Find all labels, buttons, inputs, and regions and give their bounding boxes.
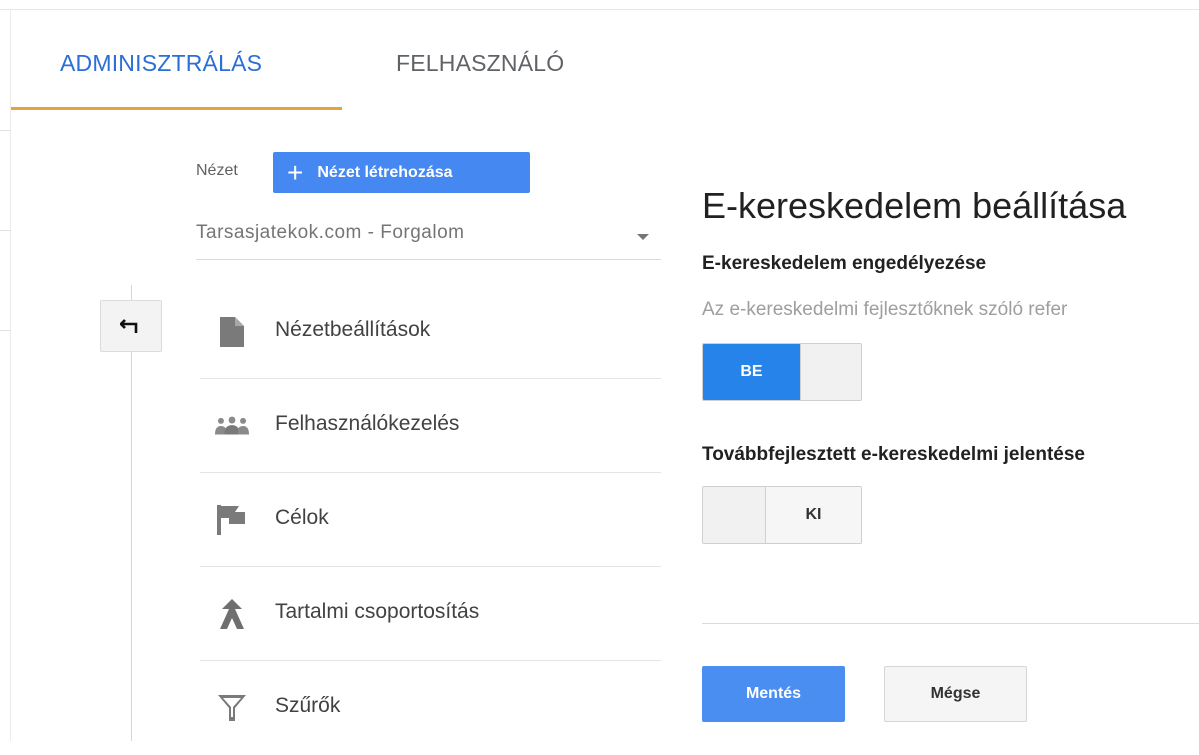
enhanced-toggle-label: KI <box>766 487 861 543</box>
save-button[interactable]: Mentés <box>702 666 845 722</box>
actions-divider <box>702 623 1199 624</box>
tab-user[interactable]: FELHASZNÁLÓ <box>396 40 564 110</box>
ecommerce-toggle-label: BE <box>703 344 800 400</box>
view-select[interactable]: Tarsasjatekok.com - Forgalom <box>196 212 661 260</box>
create-view-button[interactable]: + Nézet létrehozása <box>273 152 530 193</box>
menu-item-label: Nézetbeállítások <box>275 318 431 341</box>
plus-icon: + <box>287 156 304 188</box>
enhanced-ecommerce-toggle[interactable]: KI <box>702 486 862 544</box>
menu-item-view-settings[interactable]: Nézetbeállítások <box>200 285 661 379</box>
ecommerce-enable-title: E-kereskedelem engedélyezése <box>702 253 987 274</box>
view-select-value: Tarsasjatekok.com - Forgalom <box>196 222 465 243</box>
left-edge-panel <box>0 10 11 741</box>
people-icon <box>215 409 249 443</box>
toggle-knob <box>703 487 766 543</box>
enhanced-ecommerce-title: Továbbfejlesztett e-kereskedelmi jelenté… <box>702 444 1085 465</box>
menu-item-content-grouping[interactable]: Tartalmi csoportosítás <box>200 567 661 661</box>
back-button[interactable] <box>100 300 162 352</box>
flag-icon <box>215 503 249 537</box>
menu-item-label: Célok <box>275 506 329 529</box>
menu-item-label: Felhasználókezelés <box>275 412 460 435</box>
tab-admin[interactable]: ADMINISZTRÁLÁS <box>11 40 342 110</box>
menu-item-user-management[interactable]: Felhasználókezelés <box>200 379 661 473</box>
menu-item-label: Szűrők <box>275 694 341 717</box>
create-view-button-label: Nézet létrehozása <box>317 163 453 181</box>
menu-item-label: Tartalmi csoportosítás <box>275 600 480 623</box>
top-border <box>0 0 1199 10</box>
document-icon <box>215 315 249 349</box>
menu-item-goals[interactable]: Célok <box>200 473 661 567</box>
merge-arrow-icon <box>215 597 249 631</box>
funnel-icon <box>215 691 249 725</box>
page-title: E-kereskedelem beállítása <box>702 185 1127 226</box>
toggle-knob <box>800 344 861 400</box>
caret-down-icon <box>637 234 649 240</box>
cancel-button[interactable]: Mégse <box>884 666 1027 722</box>
ecommerce-toggle[interactable]: BE <box>702 343 862 401</box>
back-arrow-icon <box>120 319 138 333</box>
view-label: Nézet <box>196 162 238 179</box>
ecommerce-description: Az e-kereskedelmi fejlesztőknek szóló re… <box>702 299 1068 320</box>
back-rail <box>131 285 132 741</box>
